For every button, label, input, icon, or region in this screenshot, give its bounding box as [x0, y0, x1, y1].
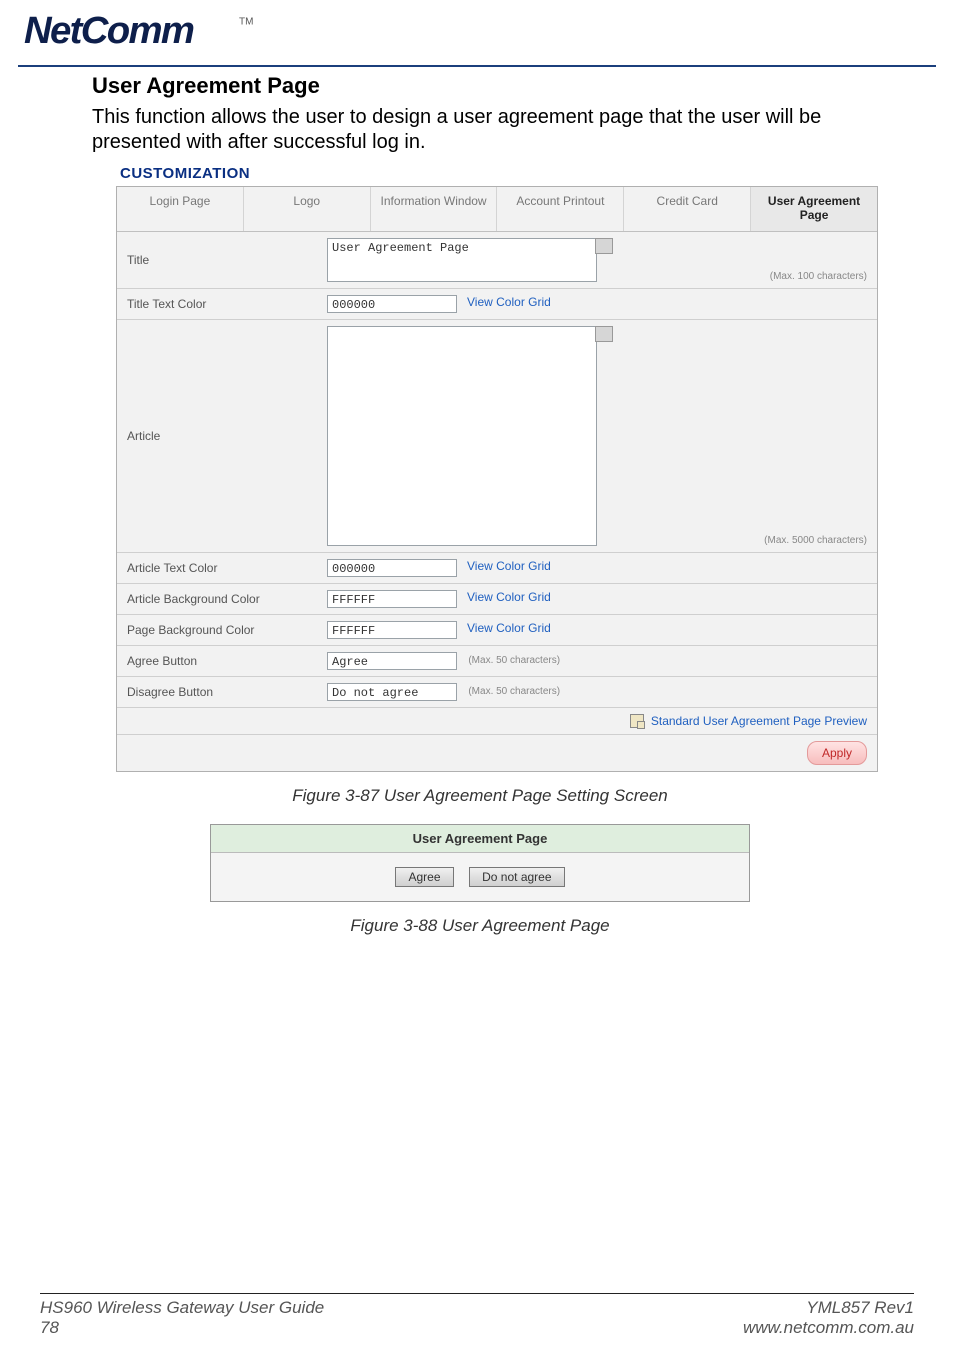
footer-page-number: 78	[40, 1318, 324, 1338]
tab-logo[interactable]: Logo	[244, 187, 371, 231]
user-agreement-preview: User Agreement Page Agree Do not agree	[210, 824, 750, 902]
label-disagree-button: Disagree Button	[117, 676, 317, 707]
apply-button[interactable]: Apply	[807, 741, 867, 765]
page-footer: HS960 Wireless Gateway User Guide 78 YML…	[0, 1293, 954, 1338]
customization-panel: Login Page Logo Information Window Accou…	[116, 186, 878, 772]
title-hint: (Max. 100 characters)	[770, 271, 867, 282]
brand-logo: NetComm TM	[0, 0, 954, 65]
label-title-text-color: Title Text Color	[117, 288, 317, 319]
customization-heading: CUSTOMIZATION	[120, 165, 868, 182]
preview-agree-button[interactable]: Agree	[395, 867, 453, 887]
footer-url: www.netcomm.com.au	[743, 1318, 914, 1338]
disagree-hint: (Max. 50 characters)	[468, 686, 560, 697]
figure-caption-2: Figure 3-88 User Agreement Page	[92, 916, 868, 936]
figure-caption-1: Figure 3-87 User Agreement Page Setting …	[92, 786, 868, 806]
tab-information-window[interactable]: Information Window	[371, 187, 498, 231]
article-color-input[interactable]: 000000	[327, 559, 457, 577]
agree-hint: (Max. 50 characters)	[468, 655, 560, 666]
svg-text:NetComm: NetComm	[24, 9, 194, 52]
page-bg-input[interactable]: FFFFFF	[327, 621, 457, 639]
label-article: Article	[117, 319, 317, 552]
tab-user-agreement-page[interactable]: User Agreement Page	[751, 187, 877, 231]
footer-revision: YML857 Rev1	[743, 1298, 914, 1318]
page-title: User Agreement Page	[92, 73, 868, 99]
label-agree-button: Agree Button	[117, 645, 317, 676]
article-textarea[interactable]	[327, 326, 597, 546]
netcomm-logo: NetComm TM	[24, 8, 291, 58]
article-color-grid-link[interactable]: View Color Grid	[467, 559, 551, 573]
footer-doc-title: HS960 Wireless Gateway User Guide	[40, 1298, 324, 1318]
title-color-grid-link[interactable]: View Color Grid	[467, 295, 551, 309]
page-bg-grid-link[interactable]: View Color Grid	[467, 621, 551, 635]
tab-bar: Login Page Logo Information Window Accou…	[117, 187, 877, 232]
preview-disagree-button[interactable]: Do not agree	[469, 867, 564, 887]
preview-icon	[630, 714, 644, 728]
tab-login-page[interactable]: Login Page	[117, 187, 244, 231]
svg-text:TM: TM	[239, 17, 253, 28]
label-article-text-color: Article Text Color	[117, 552, 317, 583]
scrollbar-nub[interactable]	[595, 238, 613, 254]
label-page-bg-color: Page Background Color	[117, 614, 317, 645]
tab-credit-card[interactable]: Credit Card	[624, 187, 751, 231]
preview-link[interactable]: Standard User Agreement Page Preview	[651, 714, 867, 728]
title-color-input[interactable]: 000000	[327, 295, 457, 313]
intro-text: This function allows the user to design …	[92, 105, 868, 155]
article-bg-grid-link[interactable]: View Color Grid	[467, 590, 551, 604]
tab-account-printout[interactable]: Account Printout	[497, 187, 624, 231]
scrollbar-nub[interactable]	[595, 326, 613, 342]
header-divider	[18, 65, 936, 67]
title-textarea[interactable]: User Agreement Page	[327, 238, 597, 282]
agree-button-input[interactable]: Agree	[327, 652, 457, 670]
article-hint: (Max. 5000 characters)	[764, 535, 867, 546]
article-bg-input[interactable]: FFFFFF	[327, 590, 457, 608]
settings-table: Title User Agreement Page (Max. 100 char…	[117, 232, 877, 772]
label-title: Title	[117, 232, 317, 289]
disagree-button-input[interactable]: Do not agree	[327, 683, 457, 701]
preview-header: User Agreement Page	[211, 825, 749, 853]
label-article-bg-color: Article Background Color	[117, 583, 317, 614]
